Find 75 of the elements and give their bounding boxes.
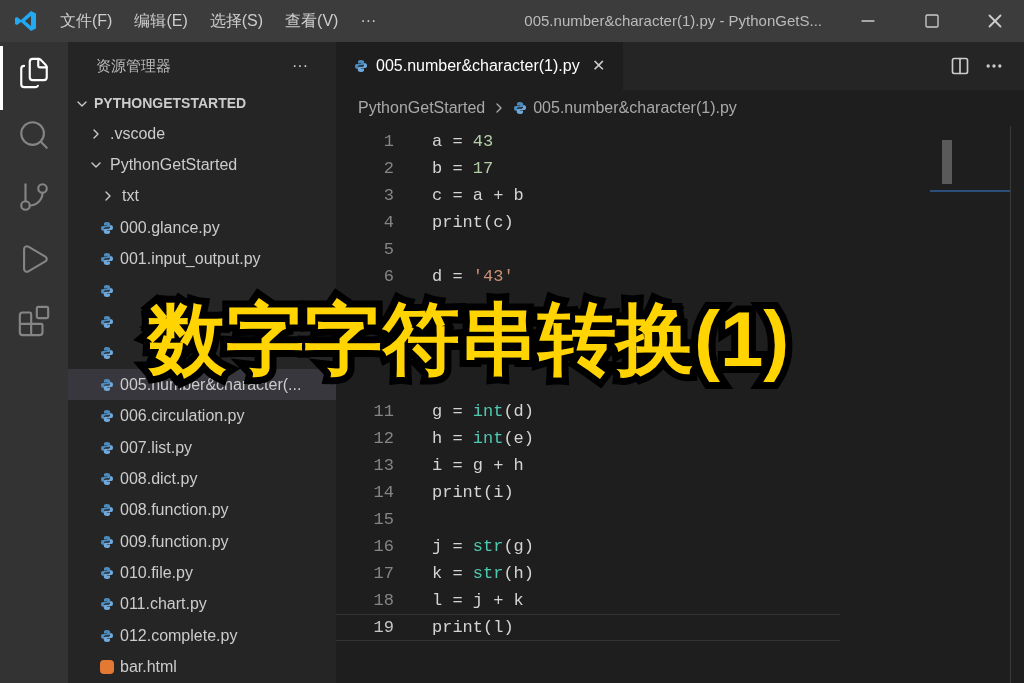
html-file-icon xyxy=(100,660,114,675)
file-tree-item[interactable]: bar.html xyxy=(68,651,336,683)
files-icon[interactable] xyxy=(17,56,51,90)
python-file-icon xyxy=(100,220,114,235)
line-number: 5 xyxy=(383,239,394,259)
code-line: d = '43' xyxy=(432,265,514,288)
code-line: b = 17 xyxy=(432,157,494,180)
python-file-icon xyxy=(100,252,114,267)
code-line: print(c) xyxy=(432,211,514,234)
menu-item[interactable]: 文件(F) xyxy=(60,9,113,33)
code-line: a = 43 xyxy=(432,130,494,153)
line-number: 18 xyxy=(373,590,394,610)
python-file-icon xyxy=(100,503,114,518)
code-line: c = a + b xyxy=(432,184,524,207)
maximize-icon[interactable] xyxy=(924,13,940,29)
line-number: 6 xyxy=(383,266,394,286)
code-line: print(l) xyxy=(432,616,514,639)
line-number: 2 xyxy=(383,158,394,178)
file-tree-item[interactable]: PythonGetStarted xyxy=(68,149,336,181)
more-menu-item[interactable]: ··· xyxy=(292,54,308,78)
file-tree-item[interactable]: 000.glance.py xyxy=(68,212,336,244)
file-tree-item[interactable]: 001.input_output.py xyxy=(68,243,336,275)
code-line: print(i) xyxy=(432,481,514,504)
python-file-icon xyxy=(513,101,528,115)
file-tree-item[interactable]: 008.function.py xyxy=(68,494,336,526)
menu-item[interactable]: 查看(V) xyxy=(285,9,339,33)
file-tree-item[interactable]: 011.chart.py xyxy=(68,588,336,621)
line-number: 19 xyxy=(373,617,394,637)
line-number: 4 xyxy=(383,212,394,232)
line-number: 11 xyxy=(373,401,394,421)
python-file-icon xyxy=(100,534,114,549)
breadcrumb-item[interactable]: PythonGetStarted xyxy=(358,96,486,120)
line-number: 15 xyxy=(373,509,394,529)
more-menu-item[interactable]: ··· xyxy=(360,9,377,33)
file-tree-item[interactable]: 009.function.py xyxy=(68,526,336,558)
code-line: i = g + h xyxy=(432,454,524,477)
file-tree-item[interactable]: 012.complete.py xyxy=(68,620,336,652)
code-line: g = int(d) xyxy=(432,400,535,423)
line-number: 17 xyxy=(373,563,394,583)
file-tree-item[interactable]: 006.circulation.py xyxy=(68,400,336,432)
python-file-icon xyxy=(100,628,114,643)
search-icon[interactable] xyxy=(17,118,51,152)
menu-item[interactable]: 编辑(E) xyxy=(134,9,188,33)
python-file-icon xyxy=(100,566,114,581)
code-line: h = int(e) xyxy=(432,427,535,450)
window-title: 005.number&character(1).py - PythonGetS... xyxy=(524,10,822,31)
file-tree-item[interactable]: .vscode xyxy=(68,117,336,150)
python-file-icon xyxy=(100,440,114,455)
line-number: 1 xyxy=(383,131,394,151)
python-file-icon xyxy=(100,409,114,424)
file-tree-item[interactable]: txt xyxy=(68,180,336,213)
app-logo-icon xyxy=(14,9,38,33)
file-tree-item[interactable]: 008.dict.py xyxy=(68,463,336,495)
line-number: 3 xyxy=(383,185,394,205)
editor-tab[interactable]: 005.number&character(1).py ✕ xyxy=(336,42,623,90)
code-line: j = str(g) xyxy=(432,535,535,558)
extensions-icon[interactable] xyxy=(17,304,51,338)
line-number: 14 xyxy=(373,482,394,502)
split-editor-icon[interactable] xyxy=(950,56,970,76)
code-line: k = str(h) xyxy=(432,562,535,585)
code-line: l = j + k xyxy=(432,589,524,612)
branch-icon[interactable] xyxy=(17,180,51,214)
breadcrumb-item[interactable]: 005.number&character(1).py xyxy=(533,96,737,120)
file-tree-item[interactable]: 010.file.py xyxy=(68,557,336,589)
file-tree-item[interactable]: 007.list.py xyxy=(68,431,336,464)
python-file-icon xyxy=(100,597,114,612)
line-number: 16 xyxy=(373,536,394,556)
python-file-icon xyxy=(354,59,368,73)
sidebar-title: 资源管理器 xyxy=(96,55,171,76)
minimap-code xyxy=(942,140,952,184)
python-file-icon xyxy=(100,471,114,486)
file-tree-item[interactable]: PYTHONGETSTARTED xyxy=(68,90,336,118)
menu-item[interactable]: 选择(S) xyxy=(209,9,264,33)
line-number: 13 xyxy=(373,455,394,475)
line-number: 12 xyxy=(373,428,394,448)
